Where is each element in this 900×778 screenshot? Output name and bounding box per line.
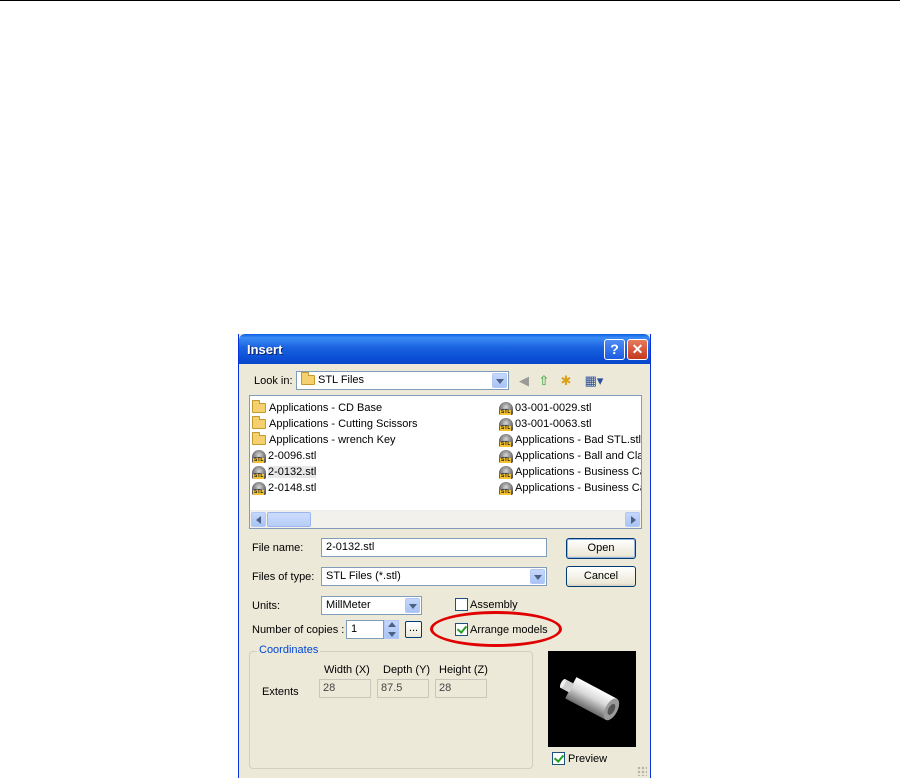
file-name-text: 2-0148.stl	[268, 482, 317, 494]
copies-input[interactable]: 1	[346, 620, 384, 639]
file-name-value: 2-0132.stl	[326, 541, 375, 553]
look-in-label: Look in:	[254, 375, 293, 387]
scroll-left-icon[interactable]	[251, 512, 266, 527]
stl-file-icon	[252, 465, 266, 479]
look-in-combo[interactable]: STL Files	[296, 371, 509, 390]
file-name-text: Applications - Bad STL.stl	[515, 434, 641, 446]
width-value: 28	[323, 682, 336, 694]
copies-value: 1	[351, 623, 358, 635]
list-item[interactable]: 2-0096.stl	[252, 448, 316, 464]
dialog-title: Insert	[247, 342, 283, 357]
stl-file-icon	[499, 417, 513, 431]
height-value-field: 28	[435, 679, 487, 698]
files-of-type-combo[interactable]: STL Files (*.stl)	[321, 567, 547, 586]
assembly-checkbox[interactable]	[455, 598, 468, 611]
close-button[interactable]: ✕	[627, 339, 648, 360]
coordinates-group: Coordinates Width (X) Depth (Y) Height (…	[249, 644, 533, 769]
depth-value-field: 87.5	[377, 679, 429, 698]
title-bar[interactable]: Insert ? ✕	[239, 334, 650, 364]
list-item[interactable]: Applications - Business Card	[499, 464, 641, 480]
preview-checkbox[interactable]	[552, 752, 565, 765]
folder-icon	[252, 400, 266, 414]
list-item[interactable]: Applications - CD Base	[252, 400, 382, 416]
depth-value: 87.5	[381, 682, 403, 694]
extents-label: Extents	[262, 686, 299, 698]
new-folder-icon[interactable]: ✱	[557, 372, 575, 390]
stl-file-icon	[499, 449, 513, 463]
stl-file-icon	[499, 481, 513, 495]
horizontal-scrollbar[interactable]	[250, 510, 641, 528]
file-name-text: Applications - CD Base	[269, 402, 383, 414]
file-name-label: File name:	[252, 542, 304, 554]
preview-label: Preview	[568, 753, 608, 765]
list-item-selected[interactable]: 2-0132.stl	[252, 464, 317, 480]
units-label: Units:	[252, 600, 281, 612]
folder-icon	[301, 372, 315, 386]
resize-grip[interactable]	[637, 766, 647, 776]
stepper-down-icon[interactable]	[388, 632, 396, 637]
views-menu-icon[interactable]: ▦▾	[582, 372, 606, 390]
list-item[interactable]: 03-001-0063.stl	[499, 416, 641, 432]
assembly-label: Assembly	[470, 599, 518, 611]
file-name-input[interactable]: 2-0132.stl	[321, 538, 547, 557]
units-combo[interactable]: MillMeter	[321, 596, 422, 615]
files-of-type-value: STL Files (*.stl)	[326, 570, 401, 582]
units-value: MillMeter	[326, 599, 371, 611]
stl-file-icon	[252, 481, 266, 495]
file-name-text: 2-0132.stl	[268, 466, 317, 478]
cancel-button[interactable]: Cancel	[566, 566, 636, 587]
model-preview	[548, 651, 636, 747]
stl-file-icon	[499, 433, 513, 447]
width-header: Width (X)	[324, 664, 370, 676]
list-item[interactable]: Applications - Ball and Claw	[499, 448, 641, 464]
help-button[interactable]: ?	[604, 339, 625, 360]
stl-file-icon	[499, 465, 513, 479]
up-folder-icon[interactable]: ⇧	[535, 372, 553, 390]
file-list[interactable]: Applications - CD Base Applications - Cu…	[249, 395, 642, 529]
file-name-text: Applications - Cutting Scissors	[269, 418, 418, 430]
depth-header: Depth (Y)	[383, 664, 431, 676]
back-icon[interactable]: ◀	[515, 372, 533, 390]
list-item[interactable]: 2-0148.stl	[252, 480, 316, 496]
scrollbar-thumb[interactable]	[267, 512, 311, 527]
file-name-text: Applications - Ball and Claw	[515, 450, 641, 462]
folder-icon	[252, 432, 266, 446]
file-name-text: 2-0096.stl	[268, 450, 317, 462]
list-item[interactable]: 03-001-0029.stl	[499, 400, 641, 416]
files-of-type-label: Files of type:	[252, 571, 315, 583]
file-name-text: 03-001-0029.stl	[515, 402, 592, 414]
insert-dialog: Insert ? ✕ Look in: STL Files ◀ ⇧ ✱ ▦▾ A…	[238, 334, 651, 778]
folder-icon	[252, 416, 266, 430]
chevron-down-icon[interactable]	[530, 569, 545, 584]
file-name-text: Applications - wrench Key	[269, 434, 396, 446]
file-name-text: Applications - Business Card	[515, 482, 641, 494]
copies-label: Number of copies :	[252, 624, 345, 636]
list-item[interactable]: Applications - wrench Key	[252, 432, 396, 448]
cylinder-preview-image	[559, 677, 620, 721]
copies-stepper[interactable]	[384, 620, 399, 639]
file-name-text: 03-001-0063.stl	[515, 418, 592, 430]
width-value-field: 28	[319, 679, 371, 698]
scroll-right-icon[interactable]	[625, 512, 640, 527]
list-item[interactable]: Applications - Cutting Scissors	[252, 416, 418, 432]
stepper-up-icon[interactable]	[388, 622, 396, 627]
highlight-annotation	[430, 611, 562, 647]
stl-file-icon	[252, 449, 266, 463]
height-value: 28	[439, 682, 452, 694]
stl-file-icon	[499, 401, 513, 415]
top-rule	[0, 0, 900, 1]
file-name-text: Applications - Business Card	[515, 466, 641, 478]
list-item[interactable]: Applications - Bad STL.stl	[499, 432, 641, 448]
height-header: Height (Z)	[439, 664, 488, 676]
chevron-down-icon[interactable]	[492, 373, 507, 388]
chevron-down-icon[interactable]	[405, 598, 420, 613]
ellipsis-button[interactable]: ...	[405, 621, 422, 638]
list-item[interactable]: Applications - Business Card	[499, 480, 641, 496]
open-button[interactable]: Open	[566, 538, 636, 559]
coordinates-legend: Coordinates	[257, 644, 321, 656]
look-in-value: STL Files	[318, 374, 365, 386]
